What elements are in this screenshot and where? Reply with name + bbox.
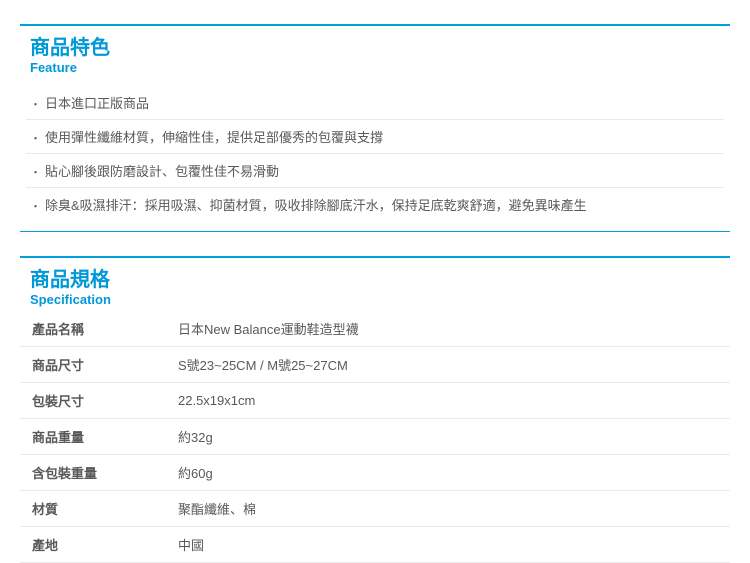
bullet-icon: ・ bbox=[30, 96, 41, 112]
feature-text: 使用彈性纖維材質，伸縮性佳，提供足部優秀的包覆與支撐 bbox=[45, 127, 383, 146]
feature-heading: 商品特色 Feature bbox=[20, 26, 730, 80]
spec-value: 日本New Balance運動鞋造型襪 bbox=[170, 311, 730, 347]
spec-title-cn: 商品規格 bbox=[30, 268, 720, 292]
list-item: ・貼心腳後跟防磨設計、包覆性佳不易滑動 bbox=[26, 154, 724, 188]
spec-key: 產地 bbox=[20, 527, 170, 563]
spec-heading: 商品規格 Specification bbox=[20, 258, 730, 312]
spec-key: 商品重量 bbox=[20, 419, 170, 455]
bullet-icon: ・ bbox=[30, 198, 41, 214]
spec-key: 包裝尺寸 bbox=[20, 383, 170, 419]
feature-text: 日本進口正版商品 bbox=[45, 93, 149, 112]
list-item: ・日本進口正版商品 bbox=[26, 86, 724, 120]
feature-text: 貼心腳後跟防磨設計、包覆性佳不易滑動 bbox=[45, 161, 279, 180]
spec-table: 產品名稱日本New Balance運動鞋造型襪 商品尺寸S號23~25CM / … bbox=[20, 311, 730, 563]
table-row: 產地中國 bbox=[20, 527, 730, 563]
spec-value: 中國 bbox=[170, 527, 730, 563]
table-row: 含包裝重量約60g bbox=[20, 455, 730, 491]
feature-text: 除臭&吸濕排汗：採用吸濕、抑菌材質，吸收排除腳底汗水，保持足底乾爽舒適，避免異味… bbox=[45, 195, 587, 214]
bullet-icon: ・ bbox=[30, 164, 41, 180]
spec-title-en: Specification bbox=[30, 292, 720, 308]
spec-value: 22.5x19x1cm bbox=[170, 383, 730, 419]
feature-title-en: Feature bbox=[30, 60, 720, 76]
table-row: 商品重量約32g bbox=[20, 419, 730, 455]
spec-value: 約60g bbox=[170, 455, 730, 491]
spec-value: S號23~25CM / M號25~27CM bbox=[170, 347, 730, 383]
spec-value: 約32g bbox=[170, 419, 730, 455]
spec-value: 聚酯纖維、棉 bbox=[170, 491, 730, 527]
bullet-icon: ・ bbox=[30, 130, 41, 146]
list-item: ・除臭&吸濕排汗：採用吸濕、抑菌材質，吸收排除腳底汗水，保持足底乾爽舒適，避免異… bbox=[26, 188, 724, 221]
feature-title-cn: 商品特色 bbox=[30, 36, 720, 60]
spec-key: 含包裝重量 bbox=[20, 455, 170, 491]
table-row: 包裝尺寸22.5x19x1cm bbox=[20, 383, 730, 419]
spec-key: 材質 bbox=[20, 491, 170, 527]
table-row: 商品尺寸S號23~25CM / M號25~27CM bbox=[20, 347, 730, 383]
feature-list: ・日本進口正版商品 ・使用彈性纖維材質，伸縮性佳，提供足部優秀的包覆與支撐 ・貼… bbox=[20, 80, 730, 231]
table-row: 產品名稱日本New Balance運動鞋造型襪 bbox=[20, 311, 730, 347]
spec-key: 商品尺寸 bbox=[20, 347, 170, 383]
table-row: 材質聚酯纖維、棉 bbox=[20, 491, 730, 527]
list-item: ・使用彈性纖維材質，伸縮性佳，提供足部優秀的包覆與支撐 bbox=[26, 120, 724, 154]
spec-key: 產品名稱 bbox=[20, 311, 170, 347]
